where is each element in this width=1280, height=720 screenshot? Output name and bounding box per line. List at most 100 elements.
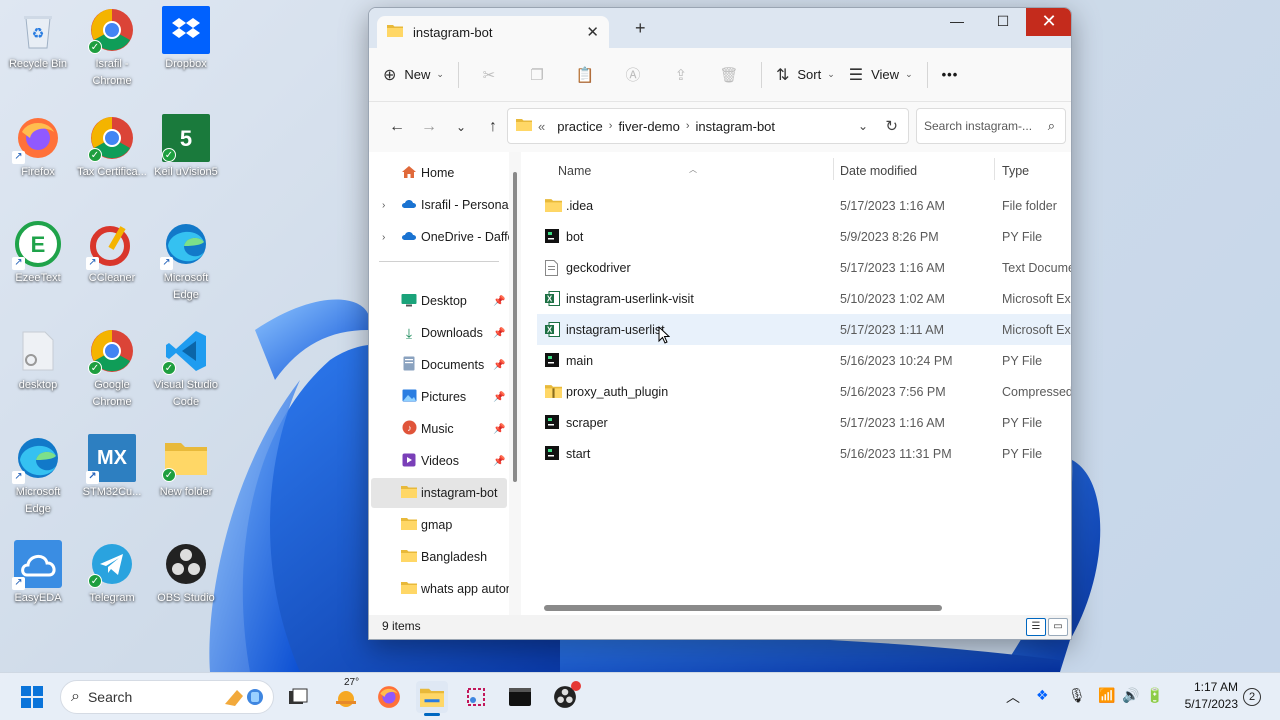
- up-button[interactable]: ↑: [477, 118, 509, 136]
- breadcrumb-overflow[interactable]: «: [538, 119, 545, 134]
- nav-item-home[interactable]: Home: [369, 158, 509, 188]
- start-button[interactable]: [16, 681, 48, 713]
- share-icon[interactable]: ⇪: [665, 66, 697, 84]
- desktop-icon-desktop-file[interactable]: desktop: [0, 323, 76, 423]
- desktop-icon-telegram[interactable]: ✓ Telegram: [74, 536, 150, 636]
- desktop-icon-microsoft-edge-2[interactable]: ↗ Microsoft Edge: [0, 430, 76, 530]
- notification-count-badge[interactable]: 2: [1243, 688, 1261, 706]
- desktop-icon-firefox[interactable]: ↗ Firefox: [0, 110, 76, 210]
- sort-button[interactable]: ⇅ Sort ⌄: [776, 65, 835, 85]
- nav-item-gmap[interactable]: gmap: [369, 510, 509, 540]
- nav-scrollbar-thumb[interactable]: [513, 172, 517, 482]
- desktop-icon-new-folder[interactable]: ✓ New folder: [148, 430, 224, 530]
- taskbar-file-explorer[interactable]: [416, 681, 448, 716]
- recent-locations-button[interactable]: ⌄: [445, 120, 477, 134]
- column-divider[interactable]: [994, 158, 995, 180]
- search-input[interactable]: Search instagram-... ⌕: [916, 108, 1066, 144]
- chevron-down-icon: ⌄: [436, 69, 444, 79]
- file-row-bot[interactable]: bot 5/9/2023 8:26 PM PY File: [537, 221, 1071, 252]
- desktop-icon-recycle-bin[interactable]: ♻ Recycle Bin: [0, 2, 76, 102]
- more-options-button[interactable]: •••: [942, 67, 959, 82]
- new-button[interactable]: ⊕ New ⌄: [383, 65, 444, 85]
- copy-icon[interactable]: ❐: [521, 66, 553, 84]
- nav-item-music[interactable]: ♪ Music 📌: [369, 414, 509, 444]
- desktop-icon-tax-certificate[interactable]: ✓ Tax Certifica...: [74, 110, 150, 210]
- tab-instagram-bot[interactable]: instagram-bot ✕: [377, 16, 609, 48]
- desktop-icon-obs-studio[interactable]: OBS Studio: [148, 536, 224, 636]
- desktop-icon-ccleaner[interactable]: ↗ CCleaner: [74, 216, 150, 316]
- taskbar-terminal[interactable]: [504, 681, 536, 713]
- microphone-icon[interactable]: 🎙: [1068, 687, 1086, 704]
- address-dropdown-icon[interactable]: ⌄: [858, 119, 868, 133]
- desktop-icon-dropbox[interactable]: Dropbox: [148, 2, 224, 102]
- nav-item-onedrive-personal[interactable]: › Israfil - Personal: [369, 190, 509, 220]
- file-row-geckodriver[interactable]: geckodriver 5/17/2023 1:16 AM Text Docum…: [537, 252, 1071, 283]
- minimize-button[interactable]: —: [934, 8, 980, 36]
- file-row-instagram-userlink-visit[interactable]: X instagram-userlink-visit 5/10/2023 1:0…: [537, 283, 1071, 314]
- taskbar-snipping-tool[interactable]: [460, 681, 492, 713]
- maximize-button[interactable]: ☐: [980, 8, 1026, 36]
- taskbar-firefox[interactable]: [373, 681, 405, 713]
- refresh-icon[interactable]: ↻: [885, 117, 898, 135]
- delete-icon[interactable]: 🗑: [713, 66, 745, 84]
- dropbox-tray-icon[interactable]: ❖: [1036, 687, 1049, 704]
- paste-icon[interactable]: 📋: [569, 66, 601, 84]
- file-row-idea[interactable]: .idea 5/17/2023 1:16 AM File folder: [537, 190, 1071, 221]
- file-row-main[interactable]: main 5/16/2023 10:24 PM PY File: [537, 345, 1071, 376]
- taskbar-obs-studio[interactable]: [549, 681, 581, 713]
- nav-item-instagram-bot[interactable]: instagram-bot: [371, 478, 507, 508]
- weather-widget[interactable]: 27°: [330, 677, 362, 713]
- view-button[interactable]: ☰ View ⌄: [849, 65, 913, 85]
- details-view-icon[interactable]: ☰: [1026, 618, 1046, 636]
- file-row-start[interactable]: start 5/16/2023 11:31 PM PY File: [537, 438, 1071, 469]
- taskbar-search[interactable]: ⌕ Search: [60, 680, 274, 714]
- desktop-icon-israfil-chrome[interactable]: ✓ Israfil - Chrome: [74, 2, 150, 102]
- nav-scrollbar[interactable]: [509, 152, 521, 617]
- desktop-icon-google-chrome[interactable]: ✓ Google Chrome: [74, 323, 150, 423]
- nav-item-videos[interactable]: Videos 📌: [369, 446, 509, 476]
- nav-item-onedrive-daffodil[interactable]: › OneDrive - Daffo: [369, 222, 509, 252]
- title-bar[interactable]: instagram-bot ✕ + — ☐ ✕: [369, 8, 1071, 48]
- address-bar[interactable]: « practice › fiver-demo › instagram-bot …: [507, 108, 909, 144]
- column-header-date[interactable]: Date modified: [840, 164, 917, 178]
- nav-item-desktop[interactable]: Desktop 📌: [369, 286, 509, 316]
- column-divider[interactable]: [833, 158, 834, 180]
- nav-item-whats-app-automation[interactable]: whats app autom: [369, 574, 509, 604]
- breadcrumb-fiver-demo[interactable]: fiver-demo: [618, 119, 679, 134]
- file-row-proxy-auth-plugin[interactable]: proxy_auth_plugin 5/16/2023 7:56 PM Comp…: [537, 376, 1071, 407]
- task-view-button[interactable]: [282, 681, 314, 713]
- desktop-icon-easyeda[interactable]: ↗ EasyEDA: [0, 536, 76, 636]
- cut-icon[interactable]: ✂: [473, 66, 505, 84]
- nav-item-documents[interactable]: Documents 📌: [369, 350, 509, 380]
- breadcrumb-instagram-bot[interactable]: instagram-bot: [696, 119, 775, 134]
- breadcrumb-practice[interactable]: practice: [557, 119, 603, 134]
- desktop-icon-edge[interactable]: ↗ Microsoft Edge: [148, 216, 224, 316]
- show-hidden-icons-chevron-up-icon[interactable]: ︿: [1006, 687, 1020, 707]
- column-header-name[interactable]: Name: [558, 164, 591, 178]
- clock[interactable]: 1:17 AM 5/17/2023: [1178, 679, 1238, 713]
- shortcut-arrow-icon: ↗: [12, 257, 25, 270]
- desktop-icon-stm32cube[interactable]: MX ↗ STM32Cu...: [74, 430, 150, 530]
- column-header-type[interactable]: Type: [1002, 164, 1029, 178]
- wifi-icon[interactable]: 📶: [1098, 687, 1115, 704]
- tiles-view-icon[interactable]: ▭: [1048, 618, 1068, 636]
- close-window-button[interactable]: ✕: [1026, 8, 1071, 36]
- file-row-scraper[interactable]: scraper 5/17/2023 1:16 AM PY File: [537, 407, 1071, 438]
- chevron-right-icon[interactable]: ›: [382, 232, 385, 243]
- new-tab-button[interactable]: +: [635, 18, 646, 39]
- horizontal-scrollbar-thumb[interactable]: [544, 605, 942, 611]
- forward-button[interactable]: →: [413, 118, 445, 136]
- desktop-icon-keil[interactable]: 5 ✓ Keil uVision5: [148, 110, 224, 210]
- battery-icon[interactable]: 🔋: [1146, 687, 1163, 704]
- chevron-right-icon[interactable]: ›: [382, 200, 385, 211]
- nav-item-bangladesh[interactable]: Bangladesh: [369, 542, 509, 572]
- desktop-icon-ezeetext[interactable]: E ↗ EzeeText: [0, 216, 76, 316]
- file-row-instagram-userlist[interactable]: X instagram-userlist 5/17/2023 1:11 AM M…: [537, 314, 1071, 345]
- back-button[interactable]: ←: [381, 118, 413, 136]
- rename-icon[interactable]: Ⓐ: [617, 64, 649, 85]
- desktop-icon-vscode[interactable]: ✓ Visual Studio Code: [148, 323, 224, 423]
- nav-item-pictures[interactable]: Pictures 📌: [369, 382, 509, 412]
- nav-item-downloads[interactable]: ⤓ Downloads 📌: [369, 318, 509, 348]
- close-tab-icon[interactable]: ✕: [586, 23, 599, 41]
- speaker-icon[interactable]: 🔊: [1122, 687, 1139, 704]
